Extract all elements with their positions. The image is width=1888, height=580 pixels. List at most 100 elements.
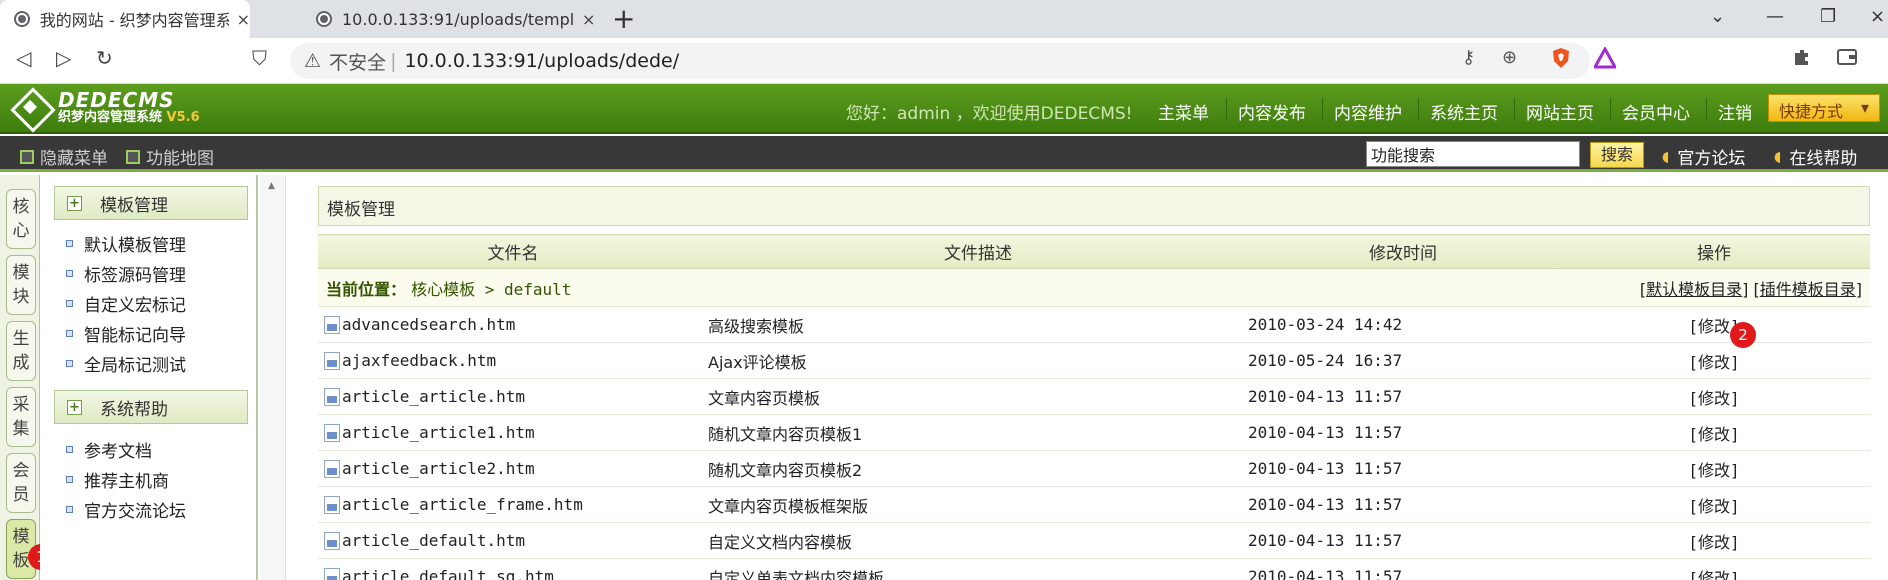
file-icon <box>324 496 340 515</box>
column-header-description: 文件描述 <box>708 234 1248 269</box>
tab-search-icon[interactable]: ⌄ <box>1710 6 1725 27</box>
edit-link[interactable]: [修改] <box>1558 342 1870 379</box>
menu-item-custom-macro[interactable]: 自定义宏标记 <box>66 291 186 316</box>
browser-tab[interactable]: 10.0.0.133:91/uploads/templets/de × <box>302 0 602 38</box>
bookmark-icon[interactable]: ⛉ <box>252 46 267 70</box>
online-help-link[interactable]: ◖ 在线帮助 <box>1774 144 1857 170</box>
file-name[interactable]: article_article_frame.htm <box>342 495 583 514</box>
scroll-up-icon[interactable]: ▲ <box>268 181 275 191</box>
breadcrumb: 当前位置： 核心模板 > default [默认模板目录] [插件模板目录] <box>318 276 1870 300</box>
key-icon[interactable]: ⚷ <box>1462 47 1475 68</box>
menu-group-system-help[interactable]: + 系统帮助 <box>54 390 248 424</box>
menu-group-title: 系统帮助 <box>100 399 168 420</box>
menu-item-default-templates[interactable]: 默认模板管理 <box>66 231 186 256</box>
file-name[interactable]: advancedsearch.htm <box>342 315 515 334</box>
minimize-icon[interactable]: — <box>1766 6 1784 27</box>
vtab-char: 板 <box>12 551 30 571</box>
bracket-mid: ] [ <box>1742 279 1760 299</box>
edit-link[interactable]: [修改] <box>1558 558 1870 580</box>
vtab-member[interactable]: 会员 <box>6 453 36 513</box>
extensions-icon[interactable] <box>1792 47 1812 72</box>
tab-close-icon[interactable]: × <box>582 10 595 29</box>
menu-group-template-management[interactable]: + 模板管理 <box>54 186 248 220</box>
new-tab-button[interactable]: + <box>612 4 635 34</box>
vtab-collect[interactable]: 采集 <box>6 387 36 447</box>
bullet-icon: ◖ <box>1662 148 1670 165</box>
column-header-operation: 操作 <box>1558 234 1870 269</box>
security-label[interactable]: 不安全 <box>329 48 386 75</box>
top-menu-system-home[interactable]: 系统主页 <box>1430 99 1498 124</box>
reload-icon[interactable]: ↻ <box>96 46 113 70</box>
edit-link[interactable]: [修改] <box>1558 486 1870 523</box>
menu-item-label: 自定义宏标记 <box>84 296 186 316</box>
address-bar[interactable]: ⚠ 不安全 | 10.0.0.133:91/uploads/dede/ <box>290 43 1590 79</box>
edit-link[interactable]: [修改] <box>1558 306 1870 343</box>
menu-item-hosting[interactable]: 推荐主机商 <box>66 467 169 492</box>
vtab-module[interactable]: 模块 <box>6 255 36 315</box>
back-icon[interactable]: ◁ <box>16 46 31 70</box>
browser-tab-active[interactable]: 我的网站 - 织梦内容管理系统 V56 × <box>0 0 250 38</box>
table-row: article_default_sg.htm 自定义单表文档内容模板 2010-04… <box>318 558 1870 580</box>
bullet-icon <box>66 446 73 453</box>
top-menu-logout[interactable]: 注销 <box>1718 99 1752 124</box>
file-name[interactable]: article_article.htm <box>342 387 525 406</box>
plugin-template-dir-link[interactable]: 插件模板目录 <box>1760 280 1856 299</box>
frame-scrollbar[interactable]: ▲ <box>260 175 286 580</box>
top-menu-member[interactable]: 会员中心 <box>1622 99 1690 124</box>
tab-close-icon[interactable]: × <box>237 10 250 29</box>
file-icon <box>324 460 340 479</box>
brave-shield-icon[interactable] <box>1550 47 1572 74</box>
site-map-button[interactable]: 功能地图 <box>126 144 214 169</box>
menu-item-tag-wizard[interactable]: 智能标记向导 <box>66 321 186 346</box>
file-name[interactable]: article_article2.htm <box>342 459 535 478</box>
address-url[interactable]: 10.0.0.133:91/uploads/dede/ <box>404 50 679 72</box>
menu-item-label: 官方交流论坛 <box>84 502 186 522</box>
menu-item-reference-docs[interactable]: 参考文档 <box>66 437 152 462</box>
file-description: 文章内容页模板框架版 <box>708 486 1248 523</box>
position-path[interactable]: 核心模板 > default <box>411 280 571 299</box>
vtab-char: 核 <box>12 197 30 217</box>
vtab-core[interactable]: 核心 <box>6 189 36 249</box>
file-name[interactable]: article_default_sg.htm <box>342 567 554 580</box>
file-description: 高级搜索模板 <box>708 306 1248 343</box>
modified-time: 2010-04-13 11:57 <box>1248 414 1558 451</box>
vtab-generate[interactable]: 生成 <box>6 321 36 381</box>
edit-link[interactable]: [修改] <box>1558 414 1870 451</box>
hide-menu-button[interactable]: 隐藏菜单 <box>20 144 108 169</box>
menu-item-tag-source[interactable]: 标签源码管理 <box>66 261 186 286</box>
wallet-icon[interactable] <box>1836 47 1858 72</box>
forward-icon[interactable]: ▷ <box>56 46 71 70</box>
search-button[interactable]: 搜索 <box>1590 142 1644 168</box>
column-header-modified: 修改时间 <box>1248 234 1558 269</box>
edit-link[interactable]: [修改] <box>1558 450 1870 487</box>
tab-title: 10.0.0.133:91/uploads/templets/de <box>342 9 574 29</box>
top-menu-main[interactable]: 主菜单 <box>1158 99 1209 124</box>
edit-link[interactable]: [修改] <box>1558 378 1870 415</box>
bullet-icon <box>66 270 73 277</box>
file-name[interactable]: ajaxfeedback.htm <box>342 351 496 370</box>
site-map-label: 功能地图 <box>146 149 214 169</box>
panel-title: 模板管理 <box>318 186 1870 226</box>
edit-link[interactable]: [修改] <box>1558 522 1870 559</box>
bullet-icon <box>66 476 73 483</box>
default-template-dir-link[interactable]: 默认模板目录 <box>1646 280 1742 299</box>
menu-item-global-tag-test[interactable]: 全局标记测试 <box>66 351 186 376</box>
zoom-icon[interactable]: ⊕ <box>1502 47 1517 68</box>
file-icon <box>324 388 340 407</box>
modified-time: 2010-04-13 11:57 <box>1248 450 1558 487</box>
menu-item-forum[interactable]: 官方交流论坛 <box>66 497 186 522</box>
function-search-input[interactable] <box>1366 141 1580 167</box>
file-name[interactable]: article_default.htm <box>342 531 525 550</box>
greeting-text: 您好：admin ，欢迎使用DEDECMS! <box>846 104 1133 124</box>
close-window-icon[interactable]: × <box>1870 6 1885 27</box>
rewards-icon[interactable] <box>1592 45 1618 74</box>
expand-icon: + <box>67 195 82 211</box>
top-menu-site-home[interactable]: 网站主页 <box>1526 99 1594 124</box>
file-name[interactable]: article_article1.htm <box>342 423 535 442</box>
top-menu-maintain[interactable]: 内容维护 <box>1334 99 1402 124</box>
top-menu-publish[interactable]: 内容发布 <box>1238 99 1306 124</box>
restore-icon[interactable]: ❐ <box>1820 6 1836 27</box>
quick-access-button[interactable]: 快捷方式 ▾ <box>1768 94 1880 122</box>
official-forum-link[interactable]: ◖ 官方论坛 <box>1662 144 1745 170</box>
logo-version: V5.6 <box>166 110 200 125</box>
